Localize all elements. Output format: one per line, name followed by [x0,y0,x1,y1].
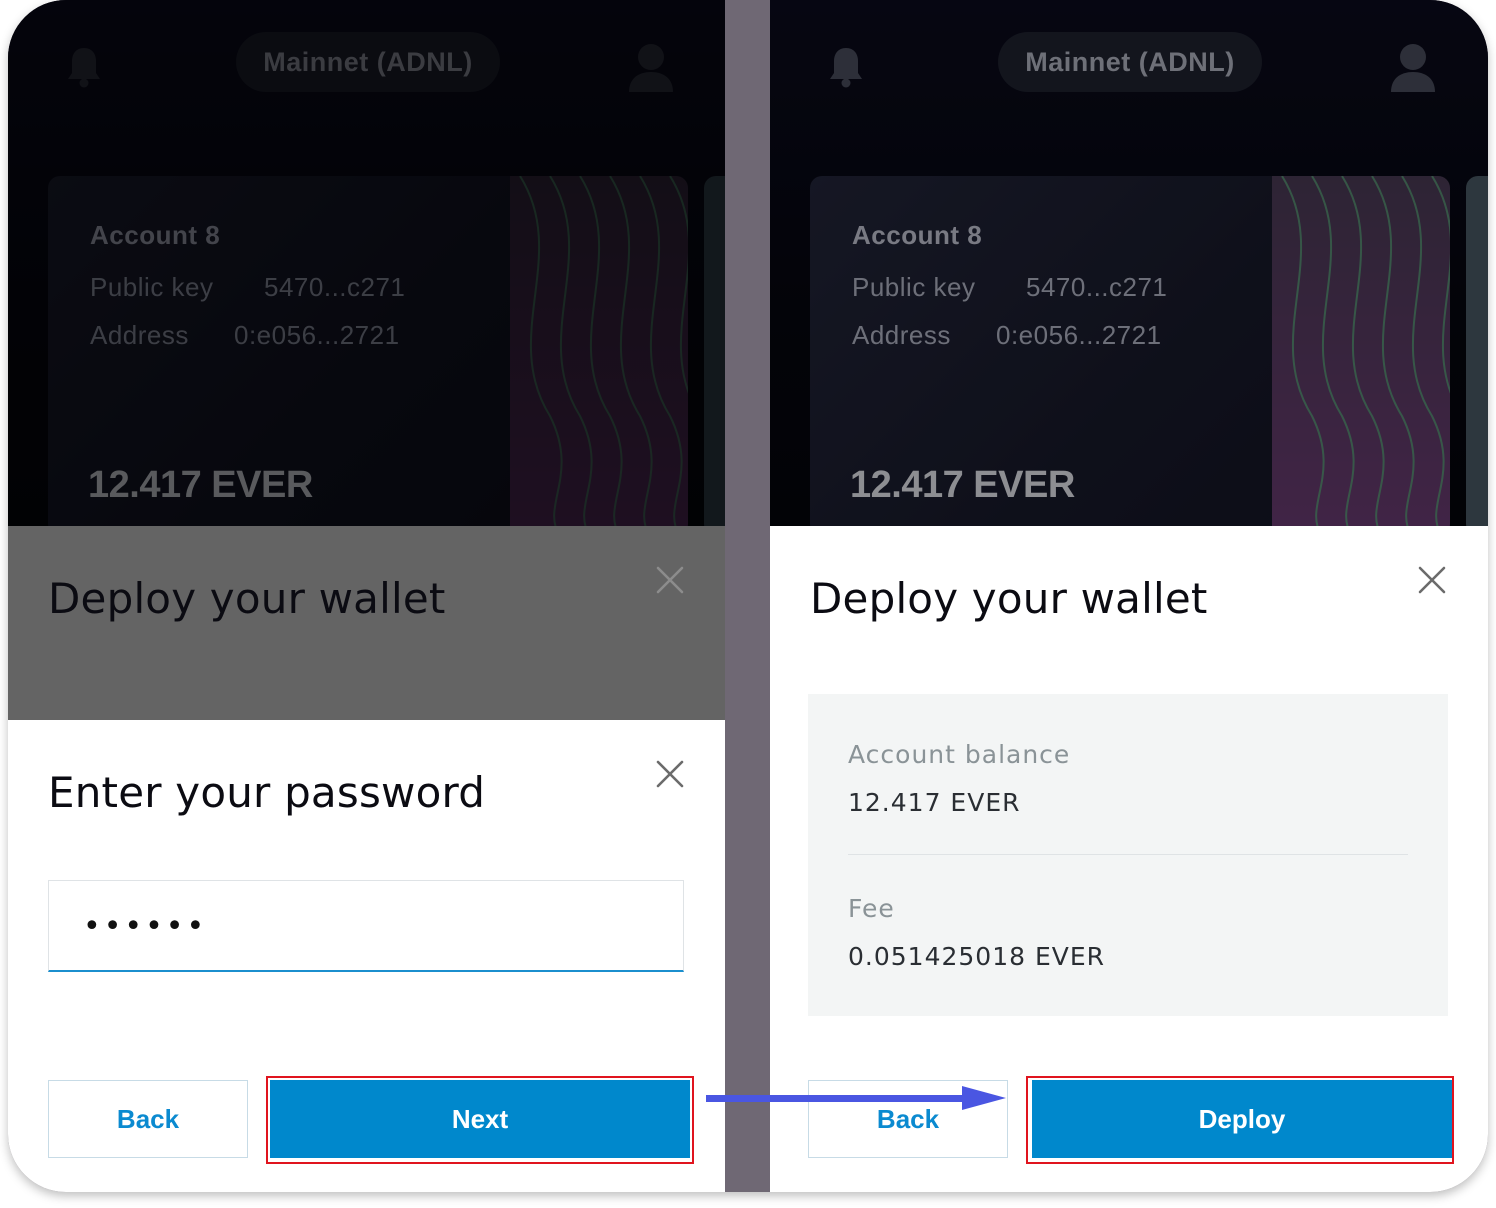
deploy-info-box: Account balance 12.417 EVER Fee 0.051425… [808,694,1448,1016]
back-button[interactable]: Back [48,1080,248,1158]
dim-overlay [770,0,1488,526]
comparison-frame: Mainnet (ADNL) [8,0,1488,1192]
password-input[interactable]: •••••• [48,880,684,972]
deploy-title: Deploy your wallet [810,574,1208,623]
fee-label: Fee [848,894,895,923]
close-icon[interactable] [656,566,684,594]
deploy-title: Deploy your wallet [48,574,446,623]
info-divider [848,854,1408,855]
account-balance-value: 12.417 EVER [848,788,1021,817]
arrow-right-icon [706,1086,1006,1110]
deploy-sheet-dimmed: Deploy your wallet [8,526,725,720]
password-dialog-title: Enter your password [48,768,486,817]
right-panel: Mainnet (ADNL) Account 8 Public key 5470… [770,0,1488,1192]
deploy-button-highlight [1026,1076,1454,1164]
close-icon[interactable] [656,760,684,788]
account-balance-label: Account balance [848,740,1071,769]
next-button-highlight [266,1076,694,1164]
fee-value: 0.051425018 EVER [848,942,1106,971]
left-panel: Mainnet (ADNL) [8,0,725,1192]
close-icon[interactable] [1418,566,1446,594]
password-dialog: Enter your password •••••• Back Next [8,720,725,1192]
dim-overlay [8,0,725,526]
